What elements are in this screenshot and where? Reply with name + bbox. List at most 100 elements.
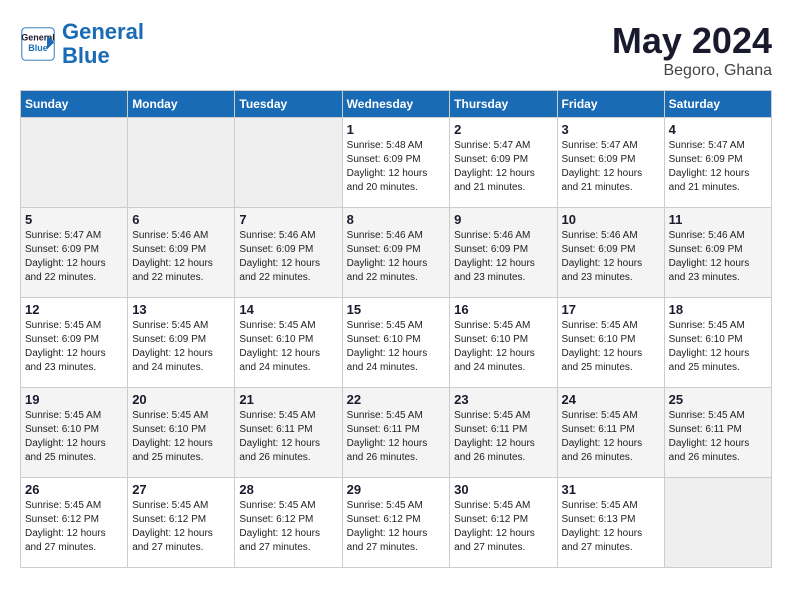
weekday-header: Tuesday (235, 91, 342, 118)
cell-sun-info: Sunrise: 5:45 AMSunset: 6:11 PMDaylight:… (347, 409, 446, 465)
cell-date-number: 18 (669, 302, 767, 317)
daylight-text: Daylight: 12 hours and 27 minutes. (347, 528, 428, 553)
sunrise-text: Sunrise: 5:46 AM (454, 230, 530, 241)
calendar-cell (21, 118, 128, 208)
calendar-cell: 21Sunrise: 5:45 AMSunset: 6:11 PMDayligh… (235, 388, 342, 478)
daylight-text: Daylight: 12 hours and 24 minutes. (454, 348, 535, 373)
sunrise-text: Sunrise: 5:45 AM (239, 500, 315, 511)
cell-sun-info: Sunrise: 5:45 AM Sunset: 6:10 PM Daylight:… (239, 319, 337, 375)
cell-date-number: 5 (25, 212, 123, 227)
sunset-text: Sunset: 6:10 PM (132, 424, 206, 435)
sunset-text: Sunset: 6:12 PM (454, 514, 528, 525)
calendar-cell: 7Sunrise: 5:46 AMSunset: 6:09 PMDaylight… (235, 208, 342, 298)
logo-text: General Blue (62, 20, 144, 68)
calendar-week-row: 1 Sunrise: 5:48 AMSunset: 6:09 PMDaylight… (21, 118, 772, 208)
sunset-text: Sunset: 6:11 PM (347, 424, 420, 435)
cell-sun-info: Sunrise: 5:48 AMSunset: 6:09 PMDaylight:… (347, 139, 446, 195)
daylight-text: Daylight: 12 hours and 21 minutes. (454, 168, 535, 193)
daylight-text: Daylight: 12 hours and 25 minutes. (562, 348, 643, 373)
cell-date-number: 17 (562, 302, 660, 317)
cell-sun-info: Sunrise: 5:46 AMSunset: 6:09 PMDaylight:… (239, 229, 337, 285)
cell-sun-info: Sunrise: 5:46 AMSunset: 6:09 PMDaylight:… (347, 229, 446, 285)
daylight-text: Daylight: 12 hours and 26 minutes. (454, 438, 535, 463)
daylight-text: Daylight: 12 hours and 22 minutes. (132, 258, 213, 283)
sunrise-text: Sunrise: 5:47 AM (562, 140, 638, 151)
calendar-cell: 15Sunrise: 5:45 AMSunset: 6:10 PMDayligh… (342, 298, 450, 388)
daylight-text: Daylight: 12 hours and 22 minutes. (239, 258, 320, 283)
calendar-cell: 22Sunrise: 5:45 AMSunset: 6:11 PMDayligh… (342, 388, 450, 478)
daylight-text: Daylight: 12 hours and 21 minutes. (669, 168, 750, 193)
sunrise-text: Sunrise: 5:45 AM (347, 500, 423, 511)
sunrise-text: Sunrise: 5:45 AM (132, 500, 208, 511)
cell-date-number: 26 (25, 482, 123, 497)
cell-sun-info: Sunrise: 5:45 AMSunset: 6:10 PMDaylight:… (562, 319, 660, 375)
cell-date-number: 28 (239, 482, 337, 497)
cell-sun-info: Sunrise: 5:47 AMSunset: 6:09 PMDaylight:… (562, 139, 660, 195)
cell-sun-info: Sunrise: 5:45 AMSunset: 6:13 PMDaylight:… (562, 499, 660, 555)
daylight-text: Daylight: 12 hours and 23 minutes. (562, 258, 643, 283)
cell-date-number: 29 (347, 482, 446, 497)
cell-date-number: 12 (25, 302, 123, 317)
sunrise-text: Sunrise: 5:45 AM (562, 410, 638, 421)
logo-icon: General Blue (20, 26, 56, 62)
sunset-text: Sunset: 6:09 PM (132, 334, 206, 345)
cell-sun-info: Sunrise: 5:45 AMSunset: 6:12 PMDaylight:… (454, 499, 552, 555)
calendar-week-row: 12Sunrise: 5:45 AMSunset: 6:09 PMDayligh… (21, 298, 772, 388)
calendar-header-row: SundayMondayTuesdayWednesdayThursdayFrid… (21, 91, 772, 118)
calendar-cell: 16Sunrise: 5:45 AMSunset: 6:10 PMDayligh… (450, 298, 557, 388)
cell-sun-info: Sunrise: 5:45 AMSunset: 6:09 PMDaylight:… (132, 319, 230, 375)
sunset-text: Sunset: 6:09 PM (25, 334, 99, 345)
cell-date-number: 4 (669, 122, 767, 137)
sunrise-text: Sunrise: 5:45 AM (454, 500, 530, 511)
sunset-text: Sunset: 6:13 PM (562, 514, 636, 525)
daylight-text: Daylight: 12 hours and 27 minutes. (239, 528, 320, 553)
sunset-text: Sunset: 6:10 PM (239, 334, 313, 345)
sunrise-text: Sunrise: 5:47 AM (25, 230, 101, 241)
daylight-text: Daylight: 12 hours and 20 minutes. (347, 168, 428, 193)
daylight-text: Daylight: 12 hours and 24 minutes. (239, 348, 320, 373)
daylight-text: Daylight: 12 hours and 23 minutes. (669, 258, 750, 283)
calendar-cell (664, 478, 771, 568)
daylight-text: Daylight: 12 hours and 27 minutes. (562, 528, 643, 553)
sunrise-text: Sunrise: 5:45 AM (239, 320, 315, 331)
calendar-cell: 12 Sunrise: 5:45 AMSunset: 6:09 PMDayligh… (21, 298, 128, 388)
cell-date-number: 25 (669, 392, 767, 407)
calendar-cell: 27Sunrise: 5:45 AMSunset: 6:12 PMDayligh… (128, 478, 235, 568)
sunset-text: Sunset: 6:11 PM (239, 424, 312, 435)
cell-date-number: 1 (347, 122, 446, 137)
calendar-cell: 6Sunrise: 5:46 AMSunset: 6:09 PMDaylight… (128, 208, 235, 298)
calendar-cell: 20Sunrise: 5:45 AMSunset: 6:10 PMDayligh… (128, 388, 235, 478)
cell-date-number: 24 (562, 392, 660, 407)
sunset-text: Sunset: 6:12 PM (347, 514, 421, 525)
sunset-text: Sunset: 6:10 PM (347, 334, 421, 345)
sunrise-text: Sunrise: 5:45 AM (132, 320, 208, 331)
sunrise-text: Sunrise: 5:46 AM (239, 230, 315, 241)
daylight-text: Daylight: 12 hours and 26 minutes. (239, 438, 320, 463)
sunrise-text: Sunrise: 5:45 AM (669, 410, 745, 421)
weekday-header: Friday (557, 91, 664, 118)
cell-sun-info: Sunrise: 5:45 AM Sunset: 6:12 PM Daylight:… (347, 499, 446, 555)
daylight-text: Daylight: 12 hours and 27 minutes. (25, 528, 106, 553)
weekday-header: Thursday (450, 91, 557, 118)
cell-date-number: 14 (239, 302, 337, 317)
cell-sun-info: Sunrise: 5:46 AMSunset: 6:09 PMDaylight:… (132, 229, 230, 285)
sunrise-text: Sunrise: 5:45 AM (347, 320, 423, 331)
calendar-week-row: 19Sunrise: 5:45 AMSunset: 6:10 PMDayligh… (21, 388, 772, 478)
cell-sun-info: Sunrise: 5:45 AMSunset: 6:09 PMDaylight:… (25, 319, 123, 375)
sunrise-text: Sunrise: 5:46 AM (347, 230, 423, 241)
cell-date-number: 23 (454, 392, 552, 407)
cell-sun-info: Sunrise: 5:47 AMSunset: 6:09 PMDaylight:… (669, 139, 767, 195)
sunrise-text: Sunrise: 5:45 AM (25, 500, 101, 511)
daylight-text: Daylight: 12 hours and 23 minutes. (454, 258, 535, 283)
location: Begoro, Ghana (612, 62, 772, 80)
sunset-text: Sunset: 6:11 PM (669, 424, 742, 435)
cell-sun-info: Sunrise: 5:46 AMSunset: 6:09 PMDaylight:… (454, 229, 552, 285)
sunset-text: Sunset: 6:10 PM (25, 424, 99, 435)
sunset-text: Sunset: 6:10 PM (454, 334, 528, 345)
cell-date-number: 27 (132, 482, 230, 497)
cell-sun-info: Sunrise: 5:45 AMSunset: 6:10 PMDaylight:… (132, 409, 230, 465)
sunset-text: Sunset: 6:09 PM (562, 154, 636, 165)
sunset-text: Sunset: 6:09 PM (132, 244, 206, 255)
sunset-text: Sunset: 6:11 PM (562, 424, 635, 435)
weekday-header: Monday (128, 91, 235, 118)
